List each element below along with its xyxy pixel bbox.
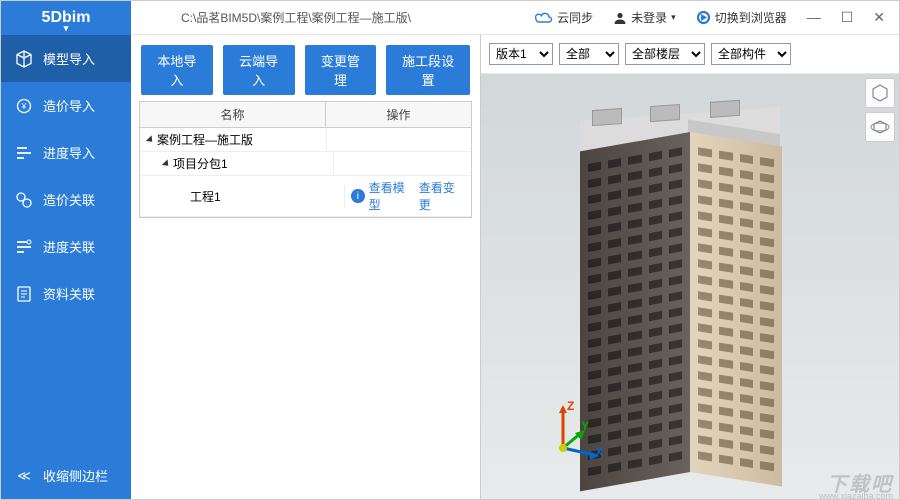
viewer-canvas[interactable]: Z Y X 下载吧 www.xiazaiba.com [481, 74, 899, 499]
sidebar-item-label: 资料关联 [43, 284, 95, 303]
filter-floor-select[interactable]: 全部楼层 [625, 43, 705, 65]
sidebar-item-label: 造价关联 [43, 190, 95, 209]
app-logo[interactable]: 5Dbim ▾ [1, 1, 131, 35]
login-label: 未登录 [631, 9, 667, 26]
user-icon [613, 11, 627, 25]
chevron-down-icon: ▾ [64, 23, 69, 34]
axis-z-label: Z [567, 399, 574, 413]
sidebar: 模型导入 ¥ 造价导入 进度导入 造价关联 进度关联 资料关联 [1, 35, 131, 499]
expand-icon[interactable] [162, 159, 171, 168]
sidebar-collapse-label: 收缩侧边栏 [43, 466, 108, 485]
sidebar-collapse-button[interactable]: ≪ 收缩侧边栏 [1, 452, 131, 499]
sidebar-item-label: 进度关联 [43, 237, 95, 256]
browser-switch-button[interactable]: 切换到浏览器 [696, 9, 787, 26]
expand-icon[interactable] [146, 135, 155, 144]
filter-all-select[interactable]: 全部 [559, 43, 619, 65]
coin-icon: ¥ [15, 97, 33, 115]
cloud-sync-button[interactable]: 云同步 [535, 9, 593, 26]
window-controls: — ☐ ✕ [807, 9, 885, 26]
col-header-name: 名称 [140, 102, 326, 127]
cloud-icon [535, 11, 553, 25]
filter-component-select[interactable]: 全部构件 [711, 43, 791, 65]
version-select[interactable]: 版本1 [489, 43, 553, 65]
row-name: 项目分包1 [173, 155, 228, 172]
project-table: 名称 操作 案例工程—施工版 项目分包1 [139, 101, 472, 218]
minimize-button[interactable]: — [807, 9, 821, 26]
toolbar: 本地导入 云端导入 变更管理 施工段设置 [131, 35, 480, 101]
viewer-panel: 版本1 全部 全部楼层 全部构件 [481, 35, 899, 499]
row-name: 案例工程—施工版 [157, 131, 253, 148]
section-setup-button[interactable]: 施工段设置 [386, 45, 470, 95]
view-change-link[interactable]: 查看变更 [419, 179, 465, 213]
sidebar-item-doc-link[interactable]: 资料关联 [1, 270, 131, 317]
table-row[interactable]: 项目分包1 [140, 152, 471, 176]
view-orbit-button[interactable] [865, 112, 895, 142]
browser-icon [696, 10, 711, 25]
building-model [580, 114, 780, 484]
app-body: 模型导入 ¥ 造价导入 进度导入 造价关联 进度关联 资料关联 [1, 35, 899, 499]
view-model-link[interactable]: 查看模型 [369, 179, 415, 213]
change-mgmt-button[interactable]: 变更管理 [305, 45, 377, 95]
bars-icon [15, 144, 33, 162]
left-panel: 本地导入 云端导入 变更管理 施工段设置 名称 操作 案例工程—施工版 [131, 35, 481, 499]
sidebar-item-label: 造价导入 [43, 96, 95, 115]
titlebar: 5Dbim ▾ C:\品茗BIM5D\案例工程\案例工程—施工版\ 云同步 未登… [1, 1, 899, 35]
collapse-icon: ≪ [15, 467, 33, 485]
cube-icon [15, 50, 33, 68]
sidebar-item-label: 进度导入 [43, 143, 95, 162]
document-icon [15, 285, 33, 303]
axis-y-label: Y [581, 419, 589, 433]
axis-x-label: X [595, 445, 603, 459]
cloud-import-button[interactable]: 云端导入 [223, 45, 295, 95]
row-name: 工程1 [190, 188, 221, 205]
login-button[interactable]: 未登录 ▾ [613, 9, 676, 26]
table-row[interactable]: 案例工程—施工版 [140, 128, 471, 152]
local-import-button[interactable]: 本地导入 [141, 45, 213, 95]
table-row[interactable]: 工程1 i 查看模型 查看变更 [140, 176, 471, 217]
sidebar-item-schedule-link[interactable]: 进度关联 [1, 223, 131, 270]
cloud-sync-label: 云同步 [557, 9, 593, 26]
chevron-down-icon: ▾ [671, 12, 676, 23]
browser-switch-label: 切换到浏览器 [715, 9, 787, 26]
content-area: 本地导入 云端导入 变更管理 施工段设置 名称 操作 案例工程—施工版 [131, 35, 899, 499]
col-header-op: 操作 [326, 102, 471, 127]
view-tools [865, 78, 895, 142]
file-path: C:\品茗BIM5D\案例工程\案例工程—施工版\ [181, 9, 411, 26]
svg-text:¥: ¥ [21, 102, 27, 111]
watermark-url: www.xiazaiba.com [819, 491, 893, 499]
link-schedule-icon [15, 238, 33, 256]
viewer-toolbar: 版本1 全部 全部楼层 全部构件 [481, 35, 899, 74]
link-cost-icon [15, 191, 33, 209]
maximize-button[interactable]: ☐ [841, 9, 854, 26]
sidebar-item-schedule-import[interactable]: 进度导入 [1, 129, 131, 176]
axis-gizmo: Z Y X [541, 403, 601, 463]
sidebar-item-label: 模型导入 [43, 49, 95, 68]
info-icon: i [351, 189, 364, 203]
view-reset-button[interactable] [865, 78, 895, 108]
sidebar-item-cost-link[interactable]: 造价关联 [1, 176, 131, 223]
sidebar-item-model-import[interactable]: 模型导入 [1, 35, 131, 82]
app-window: 5Dbim ▾ C:\品茗BIM5D\案例工程\案例工程—施工版\ 云同步 未登… [0, 0, 900, 500]
table-header: 名称 操作 [140, 102, 471, 128]
close-button[interactable]: ✕ [873, 9, 885, 26]
sidebar-item-cost-import[interactable]: ¥ 造价导入 [1, 82, 131, 129]
